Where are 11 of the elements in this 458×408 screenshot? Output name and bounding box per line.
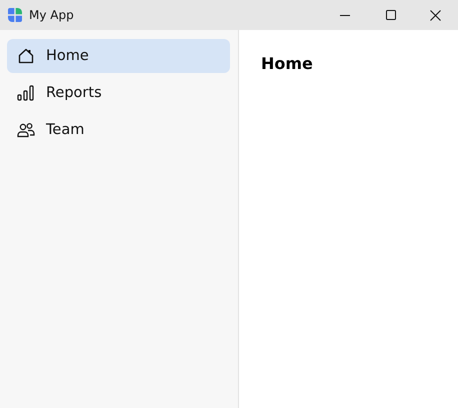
window-title: My App xyxy=(29,8,74,22)
nav-item[interactable]: Home xyxy=(7,39,230,73)
nav-item[interactable]: Team xyxy=(7,113,230,147)
maximize-icon xyxy=(386,10,396,20)
nav-item[interactable]: Reports xyxy=(7,76,230,110)
house-icon xyxy=(17,47,35,65)
people-icon xyxy=(17,121,35,139)
app-logo-icon xyxy=(8,8,22,22)
page-heading: Home xyxy=(261,54,314,73)
close-icon xyxy=(430,10,441,20)
bar-chart-icon xyxy=(17,84,35,102)
